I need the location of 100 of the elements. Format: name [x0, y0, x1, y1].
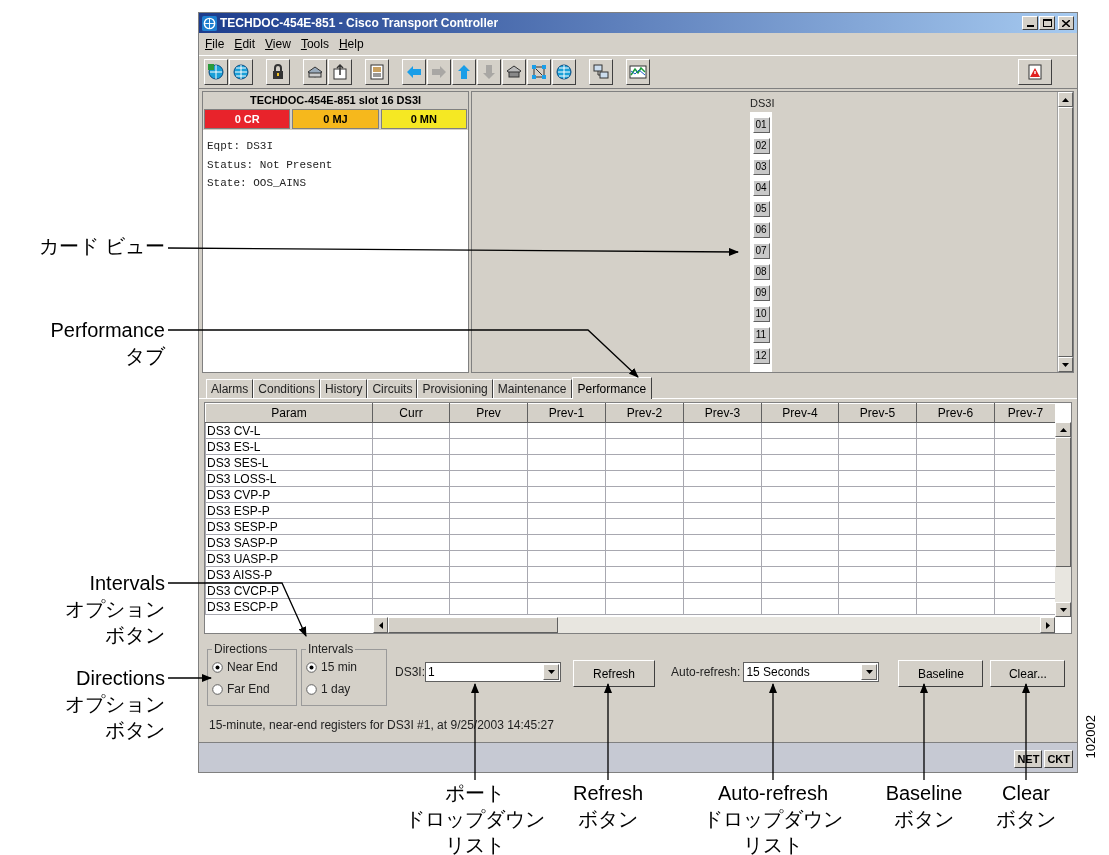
- toolbar-button[interactable]: [527, 59, 551, 85]
- table-cell: DS3 AISS-P: [205, 566, 373, 583]
- maximize-icon: [1042, 19, 1052, 27]
- up-arrow-icon: [1059, 427, 1067, 432]
- toolbar-button[interactable]: [365, 59, 389, 85]
- port-button[interactable]: 05: [752, 200, 770, 217]
- toolbar-button[interactable]: [204, 59, 228, 85]
- scrollbar[interactable]: [1055, 422, 1071, 617]
- column-header[interactable]: Curr: [372, 403, 450, 423]
- toolbar-button[interactable]: [328, 59, 352, 85]
- menu-item[interactable]: View: [265, 35, 291, 53]
- toolbar-button[interactable]: [229, 59, 253, 85]
- port-button[interactable]: 09: [752, 284, 770, 301]
- column-header[interactable]: Prev-7: [994, 403, 1055, 423]
- column-header[interactable]: Param: [205, 403, 373, 423]
- menu-item[interactable]: File: [205, 35, 225, 53]
- port-button[interactable]: 12: [752, 347, 770, 364]
- alarm-count: 0 MJ: [292, 109, 379, 129]
- column-header[interactable]: Prev-5: [838, 403, 917, 423]
- tab[interactable]: Maintenance: [492, 379, 572, 398]
- callout-label: Intervals オプション ボタン: [65, 571, 165, 648]
- info-line: Status: Not Present: [207, 157, 334, 173]
- globe-icon: [207, 63, 225, 81]
- callout-label: Auto-refresh ドロップダウン リスト: [703, 781, 843, 855]
- up-arrow-icon: [1062, 97, 1069, 102]
- menu-item[interactable]: Tools: [300, 35, 329, 53]
- toolbar-button[interactable]: [502, 59, 526, 85]
- callout-label: カード ビュー: [39, 234, 165, 259]
- port-button[interactable]: 08: [752, 263, 770, 280]
- tab[interactable]: Performance: [571, 377, 653, 399]
- callout-label: Refresh ボタン: [573, 781, 643, 832]
- minimize-button[interactable]: [1022, 16, 1038, 30]
- column-header[interactable]: Prev-6: [916, 403, 995, 423]
- column-header[interactable]: Prev-4: [761, 403, 839, 423]
- toolbar-button[interactable]: [303, 59, 327, 85]
- scrollbar[interactable]: [1057, 92, 1073, 372]
- refresh-button[interactable]: Refresh: [573, 660, 655, 687]
- port-button[interactable]: 06: [752, 221, 770, 238]
- table-cell: DS3 UASP-P: [205, 550, 373, 567]
- radio-button[interactable]: Near End: [212, 658, 292, 676]
- callout-label: Baseline ボタン: [885, 781, 963, 832]
- column-header[interactable]: Prev-2: [605, 403, 684, 423]
- down-arrow-icon: [1062, 362, 1069, 367]
- menu-item[interactable]: Edit: [234, 35, 256, 53]
- globe-icon: [232, 63, 250, 81]
- auto-refresh-dropdown[interactable]: 15 Seconds: [743, 662, 880, 682]
- down-arrow-icon: [1059, 607, 1067, 612]
- export-icon: [331, 63, 349, 81]
- maximize-button[interactable]: [1039, 16, 1055, 30]
- toolbar-button[interactable]: [402, 59, 426, 85]
- port-button[interactable]: 03: [752, 158, 770, 175]
- radio-icon[interactable]: [306, 683, 317, 695]
- port-button[interactable]: 04: [752, 179, 770, 196]
- toolbar-button[interactable]: [589, 59, 613, 85]
- radio-button[interactable]: Far End: [212, 680, 292, 698]
- port-dropdown[interactable]: 1: [425, 662, 561, 682]
- table-cell: DS3 LOSS-L: [205, 470, 373, 487]
- radio-icon[interactable]: [306, 661, 317, 673]
- column-header[interactable]: Prev-1: [527, 403, 606, 423]
- table-cell: DS3 CVP-P: [205, 486, 373, 503]
- left-arrow-icon: [378, 621, 383, 629]
- tab[interactable]: Alarms: [206, 379, 254, 398]
- alarm-count: 0 CR: [204, 109, 291, 129]
- tab[interactable]: History: [320, 379, 368, 398]
- close-button[interactable]: [1058, 16, 1074, 30]
- tab[interactable]: Conditions: [253, 379, 321, 398]
- port-button[interactable]: 01: [752, 116, 770, 133]
- clear-button[interactable]: Clear...: [990, 660, 1066, 687]
- globe-icon: [555, 63, 573, 81]
- toolbar-button[interactable]: [552, 59, 576, 85]
- menu-item[interactable]: Help: [338, 35, 364, 53]
- table-cell: DS3 ESCP-P: [205, 598, 373, 615]
- radio-button[interactable]: 15 min: [306, 658, 382, 676]
- callout-label: Directions オプション ボタン: [65, 666, 165, 743]
- port-button[interactable]: 11: [752, 326, 770, 343]
- table-cell: DS3 ESP-P: [205, 502, 373, 519]
- alarm-count: 0 MN: [380, 109, 467, 129]
- callout-label: Clear ボタン: [996, 781, 1056, 832]
- group-label: Directions: [213, 641, 269, 658]
- radio-icon[interactable]: [212, 661, 223, 673]
- info-line: Eqpt: DS3I: [207, 139, 274, 154]
- alarm-icon: [1026, 63, 1044, 81]
- baseline-button[interactable]: Baseline: [898, 660, 984, 687]
- dropdown-arrow-icon: [547, 670, 555, 674]
- radio-button[interactable]: 1 day: [306, 680, 382, 698]
- toolbar-button[interactable]: [626, 59, 650, 85]
- column-header[interactable]: Prev: [449, 403, 528, 423]
- right-arrow-icon: [430, 63, 448, 81]
- toolbar-button[interactable]: [452, 59, 476, 85]
- port-button[interactable]: 07: [752, 242, 770, 259]
- computers-icon: [592, 63, 610, 81]
- tab[interactable]: Circuits: [367, 379, 418, 398]
- tab[interactable]: Provisioning: [417, 379, 493, 398]
- port-button[interactable]: 10: [752, 305, 770, 322]
- radio-icon[interactable]: [212, 683, 223, 695]
- toolbar-button[interactable]: [1018, 59, 1052, 85]
- column-header[interactable]: Prev-3: [683, 403, 762, 423]
- scrollbar[interactable]: [373, 617, 1055, 633]
- toolbar-button[interactable]: [266, 59, 290, 85]
- port-button[interactable]: 02: [752, 137, 770, 154]
